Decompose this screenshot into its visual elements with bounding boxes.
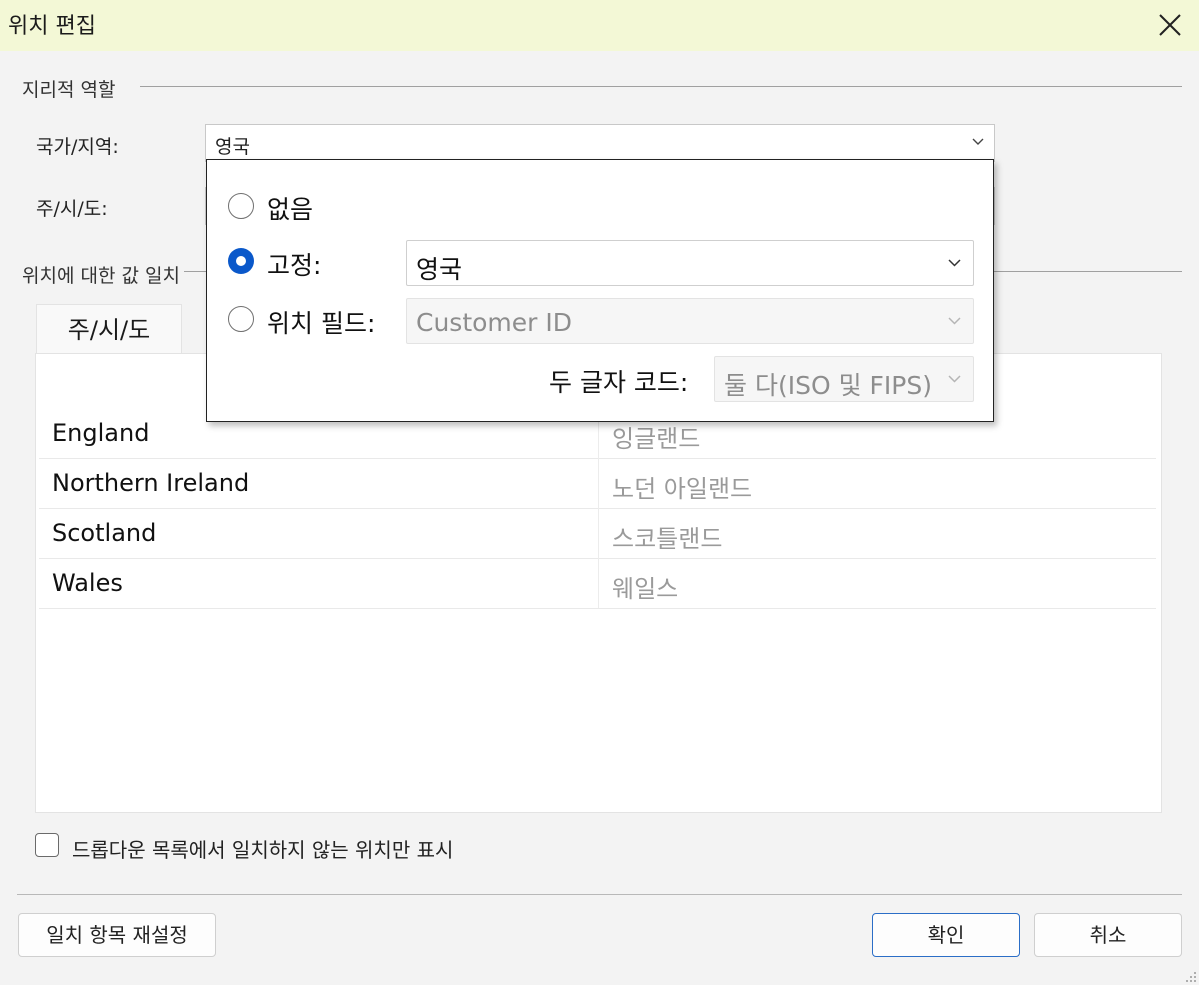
unmatched-only-checkbox[interactable] [35,833,59,857]
reset-matches-button[interactable]: 일치 항목 재설정 [18,913,216,957]
geo-role-divider [140,86,1182,87]
row-match[interactable]: 스코틀랜드 [612,519,722,554]
column-divider [598,508,599,558]
geo-role-section-label: 지리적 역할 [22,75,120,102]
option-none-label[interactable]: 없음 [267,190,313,226]
unmatched-only-label[interactable]: 드롭다운 목록에서 일치하지 않는 위치만 표시 [72,834,453,863]
chevron-down-icon [948,375,961,383]
location-field-value: Customer ID [416,308,573,337]
table-row[interactable]: Wales 웨일스 [39,558,1156,609]
table-row[interactable]: Scotland 스코틀랜드 [39,508,1156,559]
footer-divider [17,894,1182,895]
chevron-down-icon [948,259,961,267]
resize-grip-icon[interactable] [1185,971,1197,983]
close-icon[interactable] [1155,10,1185,40]
radio-location-field[interactable] [228,306,254,332]
option-fixed-label[interactable]: 고정: [267,246,321,282]
match-table: England 잉글랜드 Northern Ireland 노던 아일랜드 Sc… [35,353,1162,813]
table-row[interactable]: Northern Ireland 노던 아일랜드 [39,458,1156,509]
chevron-down-icon [948,317,961,325]
match-section-label: 위치에 대한 값 일치 [22,261,184,288]
row-name: England [52,419,150,447]
window-title: 위치 편집 [8,14,96,39]
column-divider [598,558,599,608]
row-name: Wales [52,569,123,597]
fixed-country-select[interactable]: 영국 [406,240,974,286]
country-select[interactable]: 영국 [205,124,995,162]
row-match[interactable]: 잉글랜드 [612,419,700,454]
option-field-label[interactable]: 위치 필드: [267,304,375,340]
chevron-down-icon [972,138,984,145]
code-label: 두 글자 코드: [549,368,689,397]
ok-button[interactable]: 확인 [872,913,1020,957]
country-dropdown-popup: 없음 고정: 영국 위치 필드: Customer ID 두 글자 코드: 둘 … [206,159,994,422]
country-label: 국가/지역: [36,136,119,158]
code-value: 둘 다(ISO 및 FIPS) [724,371,932,400]
state-label: 주/시/도: [36,198,108,220]
fixed-country-value: 영국 [416,255,463,284]
column-divider [598,458,599,508]
row-name: Northern Ireland [52,469,250,497]
row-match[interactable]: 노던 아일랜드 [612,469,752,504]
tab-state[interactable]: 주/시/도 [36,304,182,354]
location-field-select: Customer ID [406,298,974,344]
row-match[interactable]: 웨일스 [612,569,678,604]
code-select: 둘 다(ISO 및 FIPS) [714,356,974,402]
row-name: Scotland [52,519,157,547]
radio-fixed[interactable] [228,248,254,274]
cancel-button[interactable]: 취소 [1034,913,1182,957]
radio-none[interactable] [228,193,254,219]
title-bar: 위치 편집 [0,0,1199,51]
country-select-value: 영국 [215,136,250,158]
